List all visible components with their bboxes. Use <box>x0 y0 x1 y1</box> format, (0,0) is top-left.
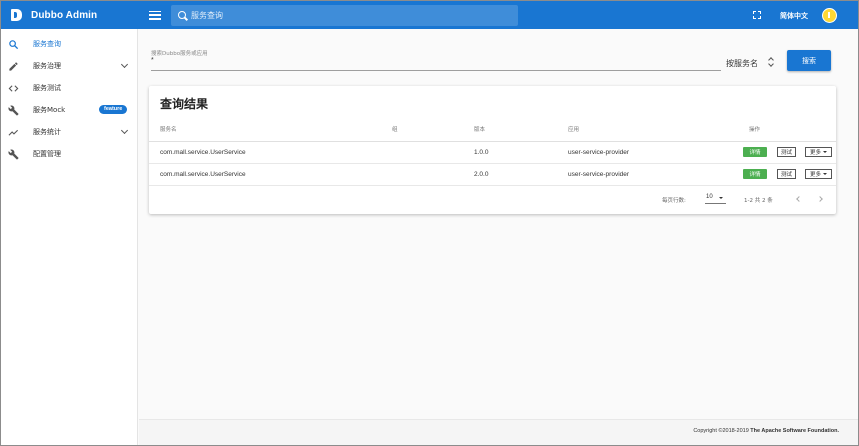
detail-button[interactable]: 详情 <box>743 169 767 179</box>
global-search-input[interactable] <box>191 10 491 20</box>
copyright-prefix: Copyright ©2018-2019 <box>693 428 749 434</box>
rows-per-page-label: 每页行数: <box>662 198 686 204</box>
cell-version: 2.0.0 <box>474 171 489 178</box>
language-button[interactable]: 简体中文 <box>780 11 808 21</box>
caret-down-icon <box>823 151 827 153</box>
pencil-icon <box>8 61 19 72</box>
search-type-value: 按服务名 <box>726 59 758 68</box>
sidebar-item-service-test[interactable]: 服务测试 <box>1 78 138 98</box>
search-type-select[interactable]: 按服务名 <box>726 54 776 70</box>
footer: Copyright ©2018-2019 The Apache Software… <box>139 419 858 445</box>
sidebar-item-service-query[interactable]: 服务查询 <box>1 34 138 54</box>
sidebar-item-label: 服务Mock <box>33 106 66 114</box>
copyright-text: Copyright ©2018-2019 The Apache Software… <box>693 428 839 434</box>
column-header-service: 服务名 <box>160 127 177 133</box>
dubbo-logo-icon <box>11 9 22 21</box>
test-button[interactable]: 测试 <box>777 147 796 157</box>
copyright-org[interactable]: The Apache Software Foundation. <box>750 428 839 434</box>
chevron-down-icon <box>120 126 129 135</box>
fullscreen-icon[interactable] <box>753 11 761 19</box>
trending-up-icon <box>8 127 19 138</box>
results-card: 查询结果 服务名 组 版本 应用 操作 com.mall.service.Use… <box>149 86 836 214</box>
column-header-group: 组 <box>392 127 398 133</box>
caret-down-icon <box>719 197 723 199</box>
code-icon <box>8 83 19 94</box>
search-field-input[interactable]: * <box>151 57 154 64</box>
global-search[interactable] <box>171 4 518 26</box>
chevron-right-icon[interactable] <box>817 196 823 202</box>
sidebar: 服务查询 服务治理 服务测试 服务Mock feature 服务统计 配置管理 <box>1 29 138 445</box>
sidebar-item-service-stats[interactable]: 服务统计 <box>1 122 138 142</box>
sidebar-item-label: 配置管理 <box>33 150 61 158</box>
search-icon <box>178 11 186 19</box>
column-header-actions: 操作 <box>749 127 761 133</box>
chevron-down-icon <box>120 60 129 69</box>
sidebar-item-label: 服务测试 <box>33 84 61 92</box>
sidebar-item-config-management[interactable]: 配置管理 <box>1 144 138 164</box>
avatar[interactable] <box>822 8 837 23</box>
search-icon <box>8 39 19 50</box>
search-button[interactable]: 搜索 <box>787 50 831 71</box>
more-button[interactable]: 更多 <box>805 147 832 157</box>
brand-name: Dubbo Admin <box>31 9 98 21</box>
more-label: 更多 <box>809 172 821 178</box>
table-row: com.mall.service.UserService 1.0.0 user-… <box>149 142 836 164</box>
column-header-app: 应用 <box>568 127 580 133</box>
wrench-icon <box>8 105 19 116</box>
cell-app: user-service-provider <box>568 171 630 178</box>
wrench-icon <box>8 149 19 160</box>
pagination-range: 1-2 共 2 条 <box>744 198 773 204</box>
sidebar-item-label: 服务治理 <box>33 62 61 70</box>
sidebar-item-service-mock[interactable]: 服务Mock feature <box>1 100 138 120</box>
menu-icon[interactable] <box>149 10 161 20</box>
cell-app: user-service-provider <box>568 149 630 156</box>
unfold-icon <box>768 56 774 67</box>
cell-version: 1.0.0 <box>474 149 489 156</box>
rows-per-page-select[interactable]: 10 <box>705 192 726 204</box>
more-button[interactable]: 更多 <box>805 169 832 179</box>
main-content: 搜索Dubbo服务或应用 * 按服务名 搜索 查询结果 服务名 组 版本 应用 … <box>139 29 858 419</box>
table-row: com.mall.service.UserService 2.0.0 user-… <box>149 164 836 186</box>
caret-down-icon <box>823 173 827 175</box>
cell-service[interactable]: com.mall.service.UserService <box>160 149 246 156</box>
column-header-version: 版本 <box>474 127 486 133</box>
brand[interactable]: Dubbo Admin <box>1 1 138 29</box>
detail-button[interactable]: 详情 <box>743 147 767 157</box>
test-button[interactable]: 测试 <box>777 169 796 179</box>
sidebar-item-label: 服务查询 <box>33 40 61 48</box>
rows-per-page-value: 10 <box>706 194 713 200</box>
results-title: 查询结果 <box>160 97 209 111</box>
sidebar-item-label: 服务统计 <box>33 128 61 136</box>
chevron-left-icon[interactable] <box>796 196 802 202</box>
feature-badge: feature <box>99 105 128 114</box>
cell-service[interactable]: com.mall.service.UserService <box>160 171 246 178</box>
sidebar-item-service-governance[interactable]: 服务治理 <box>1 56 138 76</box>
search-field-underline <box>151 70 721 71</box>
app-bar: Dubbo Admin 简体中文 <box>1 1 858 29</box>
more-label: 更多 <box>809 150 821 156</box>
search-field-label: 搜索Dubbo服务或应用 <box>151 51 208 57</box>
